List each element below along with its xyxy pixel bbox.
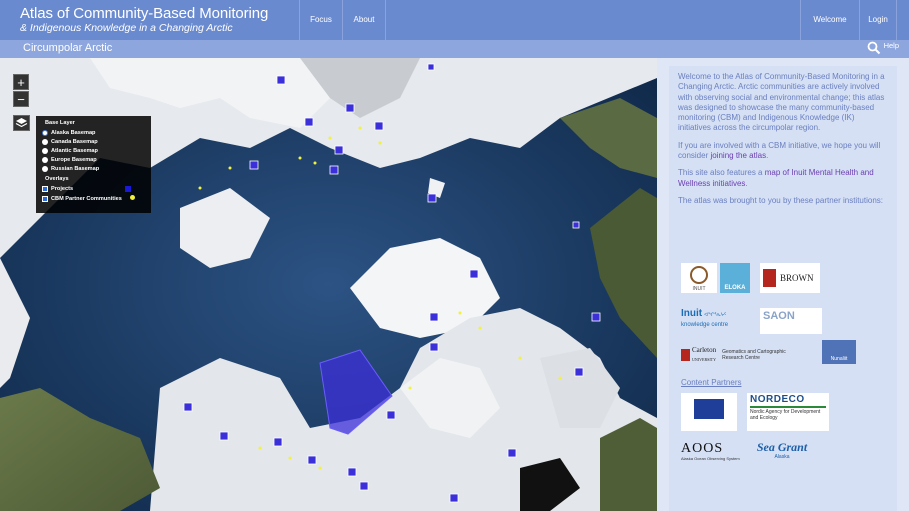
projects-swatch [125, 185, 131, 192]
nav-divider [896, 0, 897, 40]
inuit-logo-text: INUIT [692, 286, 706, 292]
carleton-sub: UNIVERSITY [692, 357, 716, 362]
eloka-logo-text: ELOKA [724, 285, 746, 291]
mental-health-paragraph: This site also features a map of Inuit M… [678, 168, 888, 189]
aoos-text: AOOS [681, 441, 724, 456]
base-layer-option[interactable]: Europe Basemap [42, 155, 145, 164]
seagrant-text: Sea Grant [756, 440, 808, 454]
nav-divider [385, 0, 386, 40]
seagrant-logo[interactable]: Sea Grant Alaska [754, 440, 810, 472]
search-icon[interactable] [867, 41, 881, 55]
site-title: Atlas of Community-Based Monitoring [20, 5, 269, 22]
overlay-option[interactable]: Projects [42, 184, 145, 193]
inuit-logo[interactable]: INUIT [681, 263, 717, 293]
base-layer-option[interactable]: Canada Basemap [42, 137, 145, 146]
nav-login[interactable]: Login [860, 0, 896, 40]
map-end: . [745, 178, 748, 188]
nordeco-logo[interactable]: NORDECO Nordic Agency for Development an… [747, 393, 829, 431]
brown-shield-icon [763, 269, 776, 287]
radio[interactable] [42, 138, 48, 145]
base-layer-option[interactable]: Alaska Basemap [42, 128, 145, 137]
nav-focus[interactable]: Focus [300, 0, 342, 40]
welcome-panel: Welcome to the Atlas of Community-Based … [669, 66, 897, 511]
base-layer-label: Alaska Basemap [51, 129, 96, 136]
carleton-shield-icon [681, 349, 690, 361]
carleton-logo[interactable]: Carleton UNIVERSITY Geomatics and Cartogr… [681, 344, 811, 366]
join-end: . [766, 151, 769, 161]
radio[interactable] [42, 147, 48, 154]
site-brand[interactable]: Atlas of Community-Based Monitoring & In… [20, 5, 269, 35]
nav-welcome[interactable]: Welcome [801, 0, 859, 40]
region-bar: Circumpolar Arctic Help [0, 40, 909, 58]
join-atlas-link[interactable]: joining the atlas [710, 151, 766, 160]
base-layer-label: Europe Basemap [51, 156, 97, 163]
base-layer-option[interactable]: Russian Basemap [42, 164, 145, 173]
help-button[interactable]: Help [867, 41, 899, 55]
content-partners-heading[interactable]: Content Partners [681, 378, 741, 388]
aoos-sub: Alaska Ocean Observing System [681, 456, 740, 462]
inuit-knowledge-sub: knowledge centre [681, 322, 729, 329]
overlay-heading: Overlays [45, 176, 69, 182]
radio[interactable] [42, 156, 48, 163]
overlay-label: Projects [51, 185, 74, 192]
eu-flag-icon [694, 399, 724, 419]
base-layer-label: Atlantic Basemap [51, 147, 98, 154]
join-paragraph: If you are involved with a CBM initiativ… [678, 141, 888, 162]
brown-logo-text: BROWN [780, 272, 814, 283]
info-sidebar: Welcome to the Atlas of Community-Based … [657, 58, 909, 511]
zoom-in-button[interactable]: + [13, 74, 29, 90]
saon-logo[interactable]: SAON [760, 308, 822, 334]
base-layer-heading: Base Layer [45, 120, 75, 126]
eloka-logo[interactable]: ELOKA [720, 263, 750, 293]
gcrc-text: Geomatics and Cartographic Research Cent… [722, 349, 786, 361]
radio[interactable] [42, 165, 48, 172]
checkbox-checked[interactable] [42, 185, 48, 192]
layers-icon [15, 118, 28, 128]
base-layer-option[interactable]: Atlantic Basemap [42, 146, 145, 155]
communities-swatch [130, 195, 135, 200]
nordeco-rule [750, 406, 826, 409]
saon-logo-text: SAON [763, 310, 795, 322]
inuit-knowledge-logo[interactable]: Inuit ᐊᖏᕐᕆᔭᑦ knowledge centre [681, 308, 751, 337]
layer-control-panel: Base Layer Alaska Basemap Canada Basemap… [36, 116, 151, 213]
checkbox-checked[interactable] [42, 196, 48, 202]
overlay-label: CBM Partner Communities [51, 196, 122, 202]
radio-selected[interactable] [42, 129, 48, 136]
intro-text: Welcome to the Atlas of Community-Based … [678, 72, 885, 133]
base-layer-label: Russian Basemap [51, 165, 100, 172]
partners-text: The atlas was brought to you by these pa… [678, 195, 884, 205]
nunaliit-logo[interactable]: Nunaliit [822, 340, 856, 364]
carleton-name: Carleton [692, 345, 717, 354]
arctic-map[interactable]: + − Base Layer Alaska Basemap Canada Bas… [0, 58, 657, 511]
join-text: If you are involved with a CBM initiativ… [678, 140, 881, 161]
base-layer-label: Canada Basemap [51, 138, 98, 145]
nordeco-sub: Nordic Agency for Development and Ecolog… [750, 409, 821, 422]
aoos-logo[interactable]: AOOS Alaska Ocean Observing System [681, 441, 747, 472]
overlay-option[interactable]: CBM Partner Communities [42, 193, 122, 205]
help-label[interactable]: Help [884, 41, 899, 50]
inuit-knowledge-text: Inuit [681, 308, 703, 319]
map-text: This site also features a [678, 168, 765, 178]
nunaliit-text: Nunaliit [830, 356, 848, 362]
carleton-logo-text: Carleton UNIVERSITY [692, 345, 716, 366]
nav-about[interactable]: About [343, 0, 385, 40]
layers-button[interactable] [13, 115, 30, 131]
brown-logo[interactable]: BROWN [760, 263, 820, 293]
eu-logo[interactable] [681, 393, 737, 431]
zoom-out-button[interactable]: − [13, 91, 29, 107]
top-header: Atlas of Community-Based Monitoring & In… [0, 0, 909, 40]
inuit-knowledge-syllabics: ᐊᖏᕐᕆᔭᑦ [704, 312, 727, 318]
region-title: Circumpolar Arctic [23, 42, 113, 54]
inuit-logo-emblem [690, 266, 708, 284]
site-subtitle: & Indigenous Knowledge in a Changing Arc… [20, 22, 233, 34]
nordeco-text: NORDECO [750, 394, 805, 405]
